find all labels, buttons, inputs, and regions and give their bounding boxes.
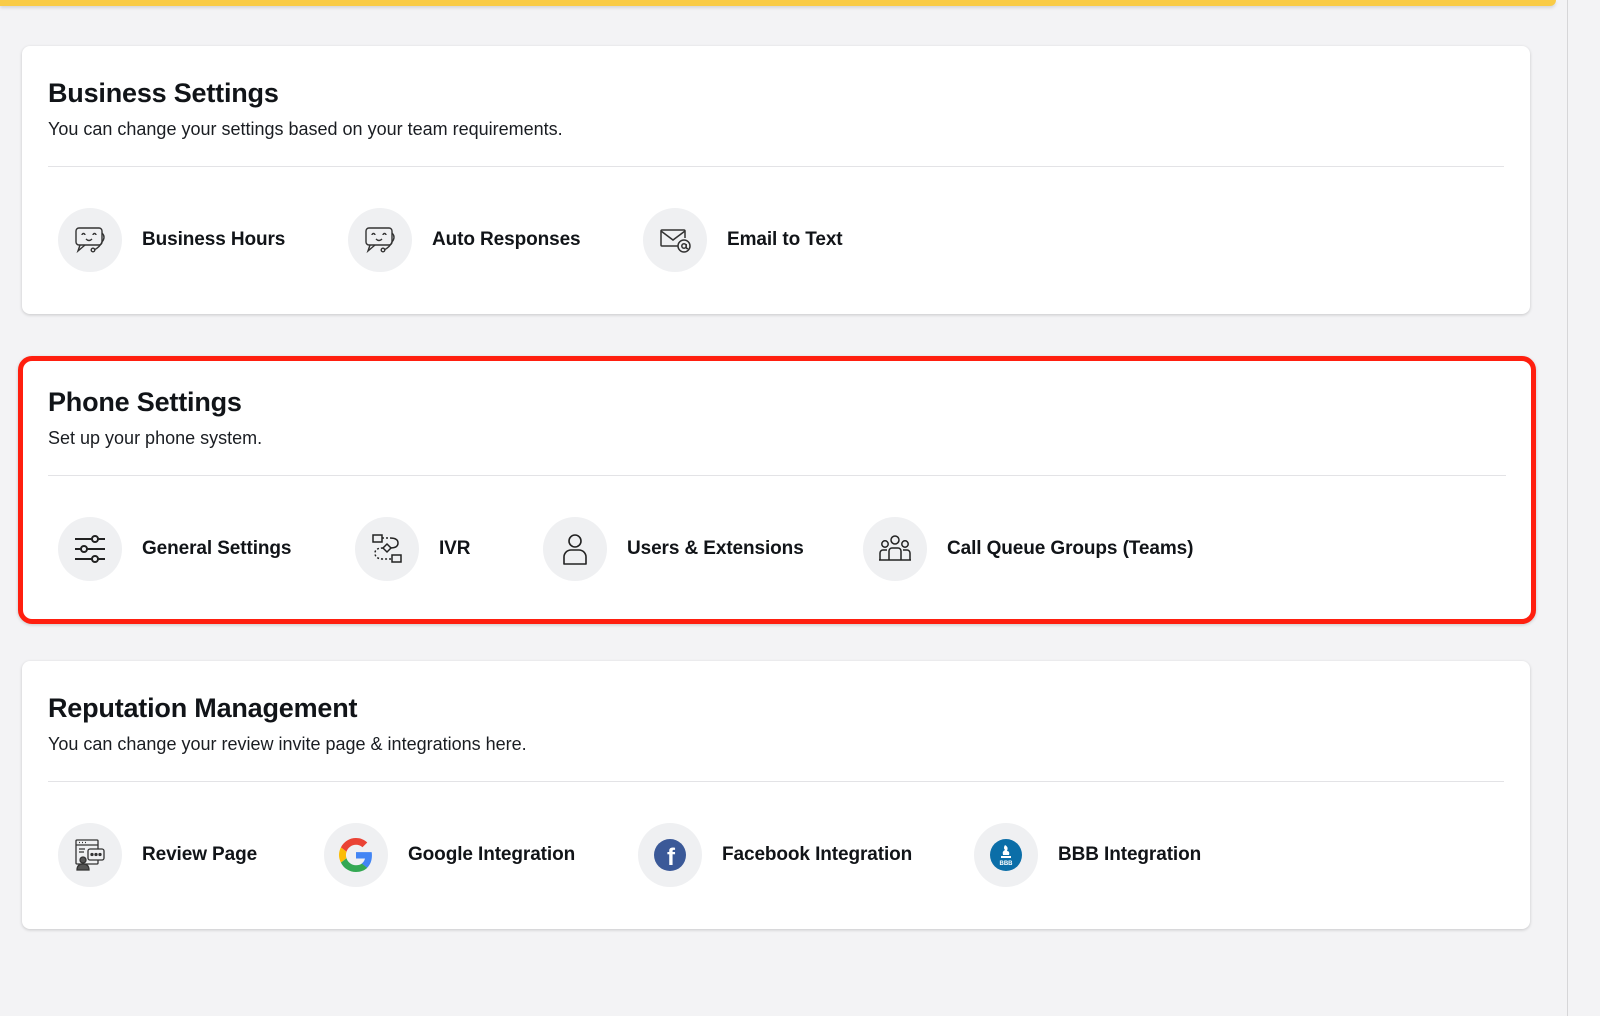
flowchart-icon — [355, 516, 419, 581]
item-label: IVR — [439, 537, 471, 559]
phone-settings-card: Phone Settings Set up your phone system.… — [18, 356, 1536, 624]
team-icon — [863, 516, 927, 581]
top-header-bar — [0, 0, 1556, 6]
facebook-glyph: f — [667, 844, 676, 871]
bbb-icon: BBB — [974, 822, 1038, 887]
ivr-link[interactable]: IVR — [355, 516, 543, 581]
section-title: Phone Settings — [48, 387, 242, 417]
sliders-icon — [58, 516, 122, 581]
item-label: Facebook Integration — [722, 843, 913, 865]
general-settings-link[interactable]: General Settings — [58, 516, 355, 581]
review-page-link[interactable]: Review Page — [58, 822, 324, 887]
item-label: Google Integration — [408, 843, 576, 865]
section-subtitle: Set up your phone system. — [48, 428, 263, 448]
settings-items: General Settings IVR Users & Extensions … — [48, 476, 1506, 621]
item-label: Auto Responses — [432, 228, 581, 250]
item-label: Review Page — [142, 843, 258, 865]
item-label: BBB Integration — [1058, 843, 1202, 865]
auto-responses-link[interactable]: Auto Responses — [348, 207, 643, 272]
email-at-icon — [643, 207, 707, 272]
google-icon — [324, 822, 388, 887]
item-label: Users & Extensions — [627, 537, 804, 559]
chat-bot-icon — [58, 207, 122, 272]
user-icon — [543, 516, 607, 581]
item-label: Email to Text — [727, 228, 843, 250]
settings-items: Business Hours Auto Responses Email to T… — [48, 167, 1504, 312]
facebook-integration-link[interactable]: f Facebook Integration — [638, 822, 974, 887]
users-extensions-link[interactable]: Users & Extensions — [543, 516, 863, 581]
business-hours-link[interactable]: Business Hours — [58, 207, 348, 272]
item-label: Call Queue Groups (Teams) — [947, 537, 1194, 559]
section-subtitle: You can change your review invite page &… — [48, 734, 527, 754]
settings-items: Review Page Google Integration f Faceboo… — [48, 782, 1504, 927]
section-title: Reputation Management — [48, 693, 358, 723]
review-page-icon — [58, 822, 122, 887]
item-label: Business Hours — [142, 228, 286, 250]
call-queue-groups-link[interactable]: Call Queue Groups (Teams) — [863, 516, 1194, 581]
google-integration-link[interactable]: Google Integration — [324, 822, 638, 887]
business-settings-card: Business Settings You can change your se… — [22, 46, 1530, 314]
facebook-icon: f — [638, 822, 702, 887]
item-label: General Settings — [142, 537, 292, 559]
section-subtitle: You can change your settings based on yo… — [48, 119, 563, 139]
email-to-text-link[interactable]: Email to Text — [643, 207, 843, 272]
bbb-glyph: BBB — [1000, 861, 1014, 867]
section-title: Business Settings — [48, 78, 279, 108]
reputation-management-card: Reputation Management You can change you… — [22, 661, 1530, 929]
bbb-integration-link[interactable]: BBB BBB Integration — [974, 822, 1202, 887]
chat-bot-icon — [348, 207, 412, 272]
vertical-scrollbar[interactable] — [1567, 0, 1600, 1016]
